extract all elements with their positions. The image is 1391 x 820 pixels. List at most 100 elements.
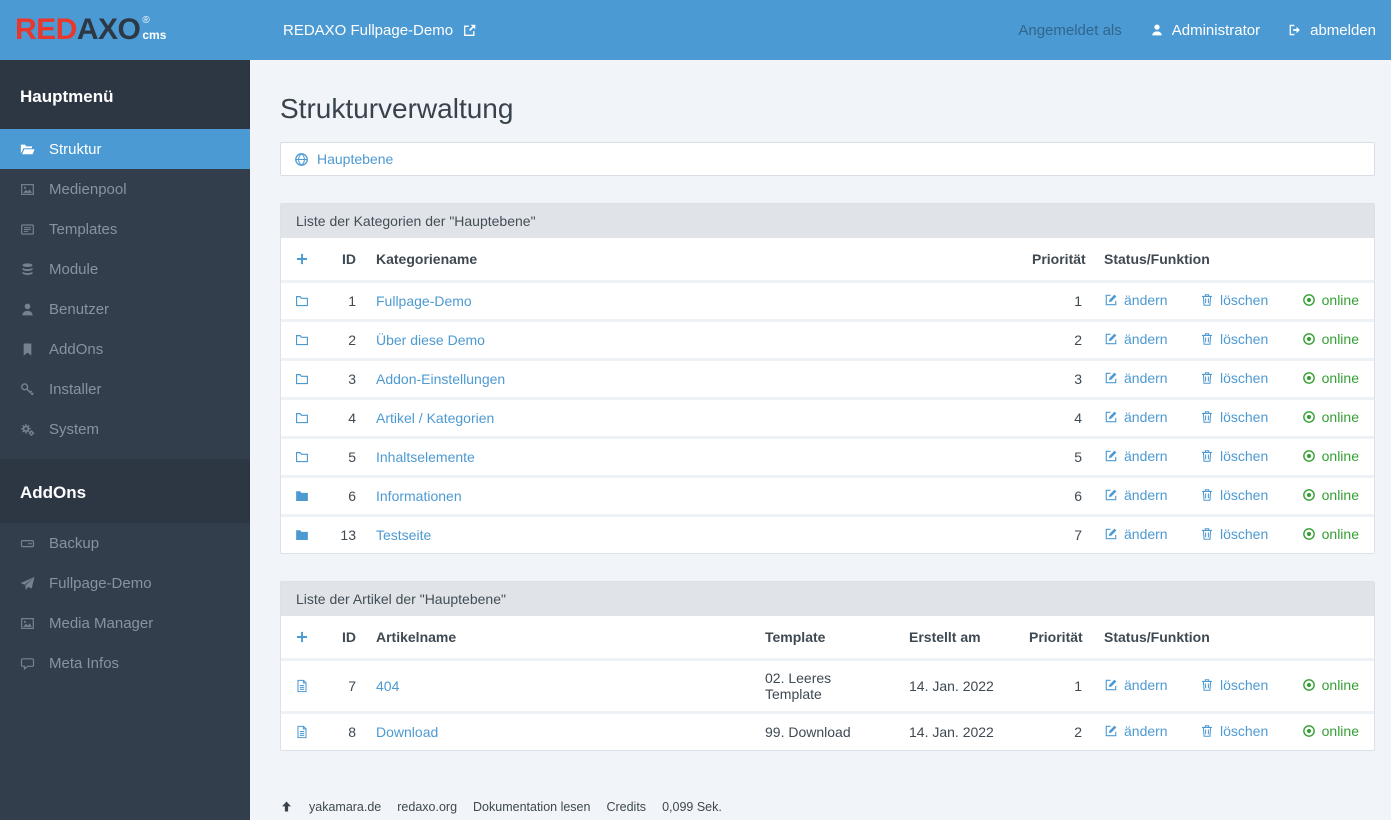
redaxo-logo[interactable]: REDAXO ® cms <box>0 15 250 45</box>
trash-icon <box>1200 410 1214 424</box>
logo-part-red: RED <box>15 13 77 46</box>
edit-link[interactable]: ändern <box>1104 526 1168 542</box>
edit-link[interactable]: ändern <box>1104 677 1168 693</box>
dot-circle-icon <box>1302 410 1316 424</box>
delete-link[interactable]: löschen <box>1200 292 1268 308</box>
articles-panel-title: Liste der Artikel der "Hauptebene" <box>281 582 1374 616</box>
column-prioritaet: Priorität <box>1019 616 1092 660</box>
table-row: 13 Testseite 7 ändern löschen online <box>281 514 1374 553</box>
footer-link-redaxo[interactable]: redaxo.org <box>397 800 457 814</box>
dot-circle-icon <box>1302 332 1316 346</box>
delete-link[interactable]: löschen <box>1200 370 1268 386</box>
sidebar-item-backup[interactable]: Backup <box>0 523 250 563</box>
dot-circle-icon <box>1302 678 1316 692</box>
column-id: ID <box>321 238 366 282</box>
edit-link[interactable]: ändern <box>1104 487 1168 503</box>
delete-link[interactable]: löschen <box>1200 526 1268 542</box>
table-row: 4 Artikel / Kategorien 4 ändern löschen … <box>281 397 1374 438</box>
delete-link[interactable]: löschen <box>1200 331 1268 347</box>
category-priority: 4 <box>1022 397 1092 438</box>
category-link[interactable]: Testseite <box>376 527 431 543</box>
category-id: 3 <box>321 358 366 399</box>
site-preview-link[interactable]: REDAXO Fullpage-Demo <box>283 22 477 39</box>
file-text-icon <box>295 679 309 693</box>
trash-icon <box>1200 371 1214 385</box>
article-link[interactable]: 404 <box>376 678 399 694</box>
category-priority: 6 <box>1022 475 1092 516</box>
main-content: Strukturverwaltung Hauptebene Liste der … <box>250 60 1391 820</box>
delete-link[interactable]: löschen <box>1200 677 1268 693</box>
dot-circle-icon <box>1302 371 1316 385</box>
online-status-link[interactable]: online <box>1302 487 1359 503</box>
comment-icon <box>20 656 35 671</box>
category-link[interactable]: Fullpage-Demo <box>376 293 472 309</box>
table-row: 3 Addon-Einstellungen 3 ändern löschen o… <box>281 358 1374 399</box>
article-created: 14. Jan. 2022 <box>899 711 1019 750</box>
edit-link[interactable]: ändern <box>1104 370 1168 386</box>
delete-link[interactable]: löschen <box>1200 487 1268 503</box>
sidebar-section-addons: AddOns Backup Fullpage-Demo Media Manage… <box>0 459 250 683</box>
sidebar-item-system[interactable]: System <box>0 409 250 449</box>
category-link[interactable]: Über diese Demo <box>376 332 485 348</box>
trash-icon <box>1200 678 1214 692</box>
sidebar-item-addons[interactable]: AddOns <box>0 329 250 369</box>
edit-link[interactable]: ändern <box>1104 331 1168 347</box>
online-status-link[interactable]: online <box>1302 677 1359 693</box>
category-link[interactable]: Addon-Einstellungen <box>376 371 505 387</box>
category-link[interactable]: Inhaltselemente <box>376 449 475 465</box>
online-status-link[interactable]: online <box>1302 526 1359 542</box>
articles-table: ID Artikelname Template Erstellt am Prio… <box>281 616 1374 750</box>
sidebar-item-label: Media Manager <box>49 614 154 632</box>
online-status-link[interactable]: online <box>1302 331 1359 347</box>
add-category-button[interactable] <box>295 251 309 267</box>
sidebar-item-media-manager[interactable]: Media Manager <box>0 603 250 643</box>
folder-filled-icon <box>295 528 309 542</box>
category-priority: 7 <box>1022 514 1092 553</box>
online-status-link[interactable]: online <box>1302 723 1359 739</box>
sidebar-item-installer[interactable]: Installer <box>0 369 250 409</box>
online-status-link[interactable]: online <box>1302 370 1359 386</box>
add-article-button[interactable] <box>295 629 309 645</box>
edit-link[interactable]: ändern <box>1104 723 1168 739</box>
sidebar-item-meta-infos[interactable]: Meta Infos <box>0 643 250 683</box>
footer-link-yakamara[interactable]: yakamara.de <box>309 800 381 814</box>
edit-link[interactable]: ändern <box>1104 409 1168 425</box>
plus-icon <box>295 630 309 644</box>
dot-circle-icon <box>1302 527 1316 541</box>
category-link[interactable]: Artikel / Kategorien <box>376 410 494 426</box>
online-status-link[interactable]: online <box>1302 409 1359 425</box>
breadcrumb: Hauptebene <box>280 142 1375 176</box>
online-status-link[interactable]: online <box>1302 292 1359 308</box>
image-icon <box>20 616 35 631</box>
table-row: 1 Fullpage-Demo 1 ändern löschen online <box>281 280 1374 321</box>
sidebar-item-medienpool[interactable]: Medienpool <box>0 169 250 209</box>
table-row: 2 Über diese Demo 2 ändern löschen onlin… <box>281 319 1374 360</box>
edit-link[interactable]: ändern <box>1104 448 1168 464</box>
article-link[interactable]: Download <box>376 724 438 740</box>
delete-link[interactable]: löschen <box>1200 409 1268 425</box>
registered-mark: ® <box>142 15 150 26</box>
category-link[interactable]: Informationen <box>376 488 462 504</box>
footer-link-dokumentation[interactable]: Dokumentation lesen <box>473 800 590 814</box>
edit-icon <box>1104 488 1118 502</box>
folder-icon <box>295 372 309 386</box>
delete-link[interactable]: löschen <box>1200 448 1268 464</box>
scroll-top-button[interactable] <box>280 800 293 814</box>
trash-icon <box>1200 449 1214 463</box>
user-account-link[interactable]: Administrator <box>1150 22 1260 39</box>
delete-link[interactable]: löschen <box>1200 723 1268 739</box>
sidebar-item-benutzer[interactable]: Benutzer <box>0 289 250 329</box>
edit-icon <box>1104 527 1118 541</box>
online-status-link[interactable]: online <box>1302 448 1359 464</box>
breadcrumb-root-link[interactable]: Hauptebene <box>294 151 393 167</box>
sidebar-item-fullpage-demo[interactable]: Fullpage-Demo <box>0 563 250 603</box>
page-footer: yakamara.de redaxo.org Dokumentation les… <box>280 800 722 814</box>
sidebar-item-module[interactable]: Module <box>0 249 250 289</box>
logout-link[interactable]: abmelden <box>1288 22 1376 39</box>
edit-link[interactable]: ändern <box>1104 292 1168 308</box>
sidebar-item-label: Templates <box>49 220 118 238</box>
footer-link-credits[interactable]: Credits <box>606 800 646 814</box>
logo-part-axo: AXO <box>76 13 141 46</box>
sidebar-item-templates[interactable]: Templates <box>0 209 250 249</box>
sidebar-item-struktur[interactable]: Struktur <box>0 129 250 169</box>
